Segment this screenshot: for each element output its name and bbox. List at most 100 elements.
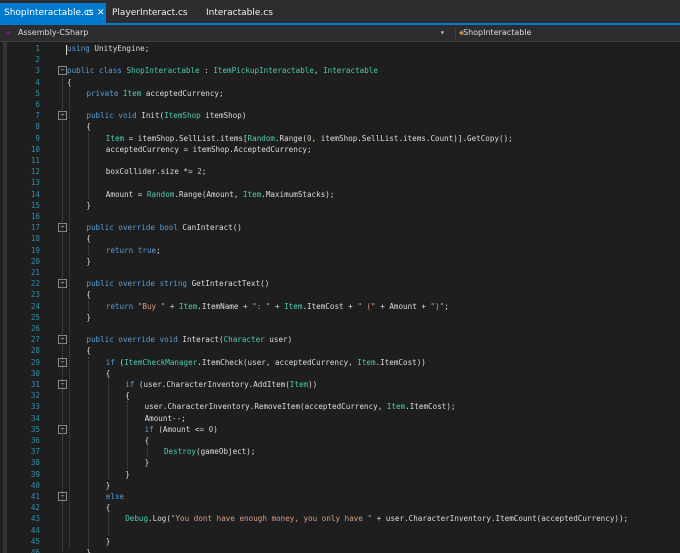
code-token: , itemShop.SellList.items.Count)].GetCop… xyxy=(311,133,513,143)
type-dropdown[interactable]: ◈ ShopInteractable xyxy=(455,25,680,41)
line-number: 42 xyxy=(30,503,40,513)
code-line[interactable]: 13 xyxy=(0,177,680,188)
line-number: 10 xyxy=(30,144,40,154)
code-line[interactable]: 43 Debug.Log("You dont have enough money,… xyxy=(0,513,680,524)
code-line[interactable]: 21 xyxy=(0,267,680,278)
line-number: 40 xyxy=(30,480,40,490)
code-line[interactable]: 19 return true; xyxy=(0,245,680,256)
code-line[interactable]: 9 Item = itemShop.SellList.items[Random.R… xyxy=(0,133,680,144)
code-line[interactable]: 7− public void Init(ItemShop itemShop) xyxy=(0,110,680,121)
close-icon[interactable]: ✕ xyxy=(97,3,105,23)
code-line[interactable]: 45} xyxy=(0,536,680,547)
code-text: acceptedCurrency = itemShop.AcceptedCurr… xyxy=(106,144,312,155)
code-line[interactable]: 31− if (user.CharacterInventory.AddItem(I… xyxy=(0,379,680,390)
code-token: = itemShop.SellList.items[ xyxy=(124,133,248,143)
code-line[interactable]: 17− public override bool CanInteract() xyxy=(0,222,680,233)
code-line[interactable]: 29− if (ItemCheckManager.ItemCheck(user, … xyxy=(0,357,680,368)
indent-guide xyxy=(88,244,90,256)
indent-guide xyxy=(69,87,70,547)
code-token: { xyxy=(86,346,91,356)
code-line[interactable]: 6 xyxy=(0,99,680,110)
code-line[interactable]: 4{ xyxy=(0,77,680,88)
code-token: Item xyxy=(105,133,125,143)
project-name: Assembly-CSharp xyxy=(18,28,89,37)
code-editor[interactable]: 1 using UnityEngine; 2 3− public class ShopI… xyxy=(0,42,680,553)
class-name: ShopInteractable xyxy=(463,28,532,37)
code-token: { xyxy=(86,122,91,132)
code-token: } xyxy=(86,312,91,322)
indent-guide xyxy=(88,132,90,200)
code-line[interactable]: 23 { xyxy=(0,289,680,300)
code-line[interactable]: 2 xyxy=(0,54,680,65)
code-token: .ItemCost); xyxy=(405,402,456,412)
line-number: 38 xyxy=(30,458,40,468)
line-number: 24 xyxy=(30,301,40,311)
pin-icon[interactable]: ⊏ xyxy=(86,3,94,23)
tab-shopinteractable[interactable]: ShopInteractable.cs ⊏ ✕ xyxy=(0,3,106,23)
code-line[interactable]: 44 xyxy=(0,525,680,536)
code-line[interactable]: 24 return "Buy " + Item.ItemName + ": " +… xyxy=(0,301,680,312)
code-line[interactable]: 10 acceptedCurrency = itemShop.AcceptedCu… xyxy=(0,144,680,155)
code-text: Debug.Log("You dont have enough money, y… xyxy=(125,513,628,524)
code-line[interactable]: 32 { xyxy=(0,390,680,401)
code-line[interactable]: 34 Amount--; xyxy=(0,413,680,424)
tab-playerinteract[interactable]: PlayerInteract.cs xyxy=(108,3,198,23)
code-token: class xyxy=(99,66,122,76)
code-token: ")" xyxy=(430,301,445,311)
code-line[interactable]: 15} xyxy=(0,200,680,211)
line-number: 43 xyxy=(30,514,40,524)
code-token: public xyxy=(86,335,114,345)
line-number: 13 xyxy=(30,178,40,188)
code-line[interactable]: 26 xyxy=(0,323,680,334)
code-line[interactable]: 30 { xyxy=(0,368,680,379)
code-line[interactable]: 11 xyxy=(0,155,680,166)
tab-label: PlayerInteract.cs xyxy=(112,8,188,18)
code-line[interactable]: 35− if (Amount <= 0) xyxy=(0,424,680,435)
code-line[interactable]: 39} xyxy=(0,469,680,480)
code-token: public xyxy=(86,111,114,121)
code-token: { xyxy=(86,290,91,300)
code-line[interactable]: 8{ xyxy=(0,121,680,132)
code-line[interactable]: 18 { xyxy=(0,233,680,244)
code-line[interactable]: 41− else xyxy=(0,491,680,502)
code-line[interactable]: 37 Destroy(gameObject); xyxy=(0,446,680,457)
code-line[interactable]: 16 xyxy=(0,211,680,222)
code-line[interactable]: 5 private Item acceptedCurrency; xyxy=(0,88,680,99)
code-line[interactable]: 27− public override void Interact(Charact… xyxy=(0,334,680,345)
code-line[interactable]: 42 { xyxy=(0,502,680,513)
code-line[interactable]: 38} xyxy=(0,457,680,468)
code-token: + Amount + xyxy=(375,301,431,311)
navigation-bar: ◆ Assembly-CSharp ▾ ◈ ShopInteractable xyxy=(0,25,680,42)
code-line[interactable]: 20} xyxy=(0,256,680,267)
code-token: UnityEngine; xyxy=(89,44,150,53)
tab-interactable[interactable]: Interactable.cs xyxy=(202,3,292,23)
tab-label: Interactable.cs xyxy=(206,8,273,18)
line-number: 18 xyxy=(30,234,40,244)
code-token: return xyxy=(105,301,134,311)
project-dropdown[interactable]: ◆ Assembly-CSharp ▾ xyxy=(0,25,455,41)
code-line[interactable]: 1 using UnityEngine; xyxy=(0,43,680,55)
csharp-project-icon: ◆ xyxy=(6,28,11,37)
code-line[interactable]: 14 Amount = Random.Range(Amount, Item.Max… xyxy=(0,189,680,200)
line-number: 9 xyxy=(35,133,40,143)
code-line[interactable]: 25} xyxy=(0,312,680,323)
code-token: Item xyxy=(386,402,406,412)
code-line[interactable]: 3 − public class ShopInteractable : ItemPi… xyxy=(0,65,680,76)
code-token: .Range(Amount, xyxy=(174,189,243,199)
code-token: public xyxy=(86,279,114,289)
collapse-icon[interactable]: − xyxy=(58,66,67,76)
code-line[interactable]: 36 { xyxy=(0,435,680,446)
code-token: + xyxy=(270,301,285,311)
chevron-down-icon: ▾ xyxy=(440,28,445,37)
code-line[interactable]: 12 boxCollider.size *= 2; xyxy=(0,166,680,177)
code-line[interactable]: 33 user.CharacterInventory.RemoveItem(acc… xyxy=(0,401,680,412)
code-line[interactable]: 46} xyxy=(0,547,680,553)
code-token: } xyxy=(86,548,91,553)
code-line[interactable]: 40} xyxy=(0,480,680,491)
code-token: else xyxy=(105,492,125,501)
code-line[interactable]: 28 { xyxy=(0,345,680,356)
code-line[interactable]: 22− public override string GetInteractTex… xyxy=(0,278,680,289)
code-token: return xyxy=(105,245,134,255)
indent-guide xyxy=(107,513,109,536)
line-number: 45 xyxy=(30,536,40,546)
